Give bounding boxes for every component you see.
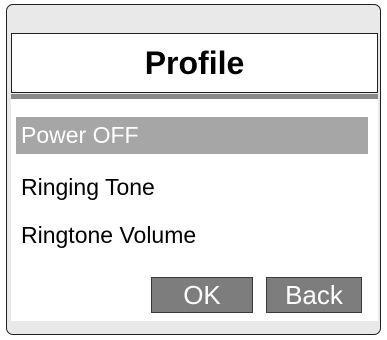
dialog-title: Profile xyxy=(144,44,245,81)
menu-list: Power OFF Ringing Tone Ringtone Volume O… xyxy=(11,99,378,321)
ok-button-label: OK xyxy=(183,279,221,310)
back-button-label: Back xyxy=(285,279,343,310)
menu-item-label: Ringing Tone xyxy=(21,174,155,200)
menu-item-power-off[interactable]: Power OFF xyxy=(16,117,368,154)
menu-item-ringtone-volume[interactable]: Ringtone Volume xyxy=(16,217,368,254)
title-bar: Profile xyxy=(11,33,378,93)
profile-dialog: Profile Power OFF Ringing Tone Ringtone … xyxy=(6,4,381,335)
menu-item-ringing-tone[interactable]: Ringing Tone xyxy=(16,169,368,206)
menu-item-label: Power OFF xyxy=(21,122,139,148)
back-button[interactable]: Back xyxy=(266,277,362,313)
ok-button[interactable]: OK xyxy=(151,277,253,313)
menu-item-label: Ringtone Volume xyxy=(21,222,197,248)
